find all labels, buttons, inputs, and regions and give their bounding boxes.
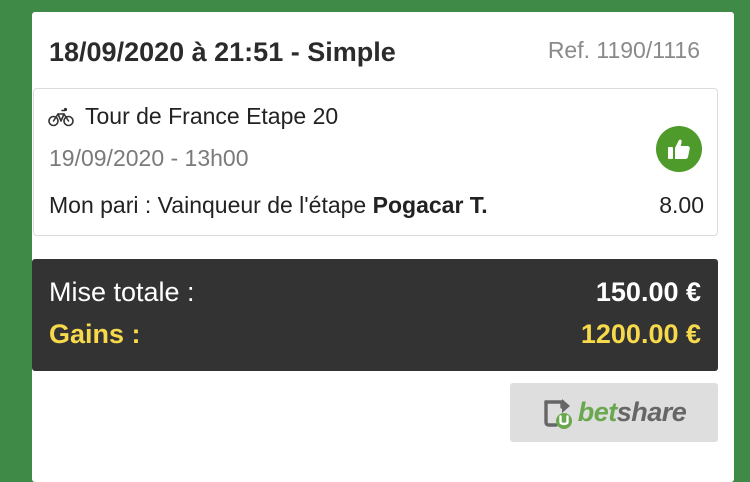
event-date: 19/09/2020 - 13h00 <box>49 145 249 171</box>
betshare-label-share: share <box>616 397 687 427</box>
gains-row: Gains : 1200.00 € <box>49 319 701 350</box>
gains-label: Gains : <box>49 319 141 349</box>
ticket-reference: Ref. 1190/1116 <box>547 36 700 63</box>
ticket-title: 18/09/2020 à 21:51 - Simple <box>49 36 396 67</box>
bet-odds: 8.00 <box>659 192 704 218</box>
stake-label: Mise totale : <box>49 277 195 307</box>
totals-panel: Mise totale : 150.00 € Gains : 1200.00 € <box>32 259 718 371</box>
thumbs-up-icon <box>656 126 702 172</box>
bet-ticket-card: 18/09/2020 à 21:51 - Simple Ref. 1190/11… <box>32 12 734 482</box>
bicycle-icon <box>48 107 74 127</box>
bet-line: Mon pari : Vainqueur de l'étape Pogacar … <box>49 192 704 219</box>
ticket-header: 18/09/2020 à 21:51 - Simple Ref. 1190/11… <box>32 12 734 88</box>
event-name: Tour de France Etape 20 <box>85 103 339 129</box>
gains-value: 1200.00 € <box>580 319 701 349</box>
stake-row: Mise totale : 150.00 € <box>49 277 701 308</box>
bet-description: Mon pari : Vainqueur de l'étape Pogacar … <box>49 192 488 219</box>
stake-value: 150.00 € <box>595 277 701 307</box>
betshare-label: betshare <box>578 397 687 428</box>
share-arrow-icon <box>542 396 574 430</box>
bet-selection: Pogacar T. <box>372 192 488 218</box>
betshare-button[interactable]: betshare <box>510 383 718 442</box>
event-row: Tour de France Etape 20 <box>48 103 338 130</box>
bet-prefix: Mon pari : Vainqueur de l'étape <box>49 192 373 218</box>
bet-detail-box: Tour de France Etape 20 19/09/2020 - 13h… <box>33 88 718 236</box>
betshare-label-bet: bet <box>577 397 618 427</box>
